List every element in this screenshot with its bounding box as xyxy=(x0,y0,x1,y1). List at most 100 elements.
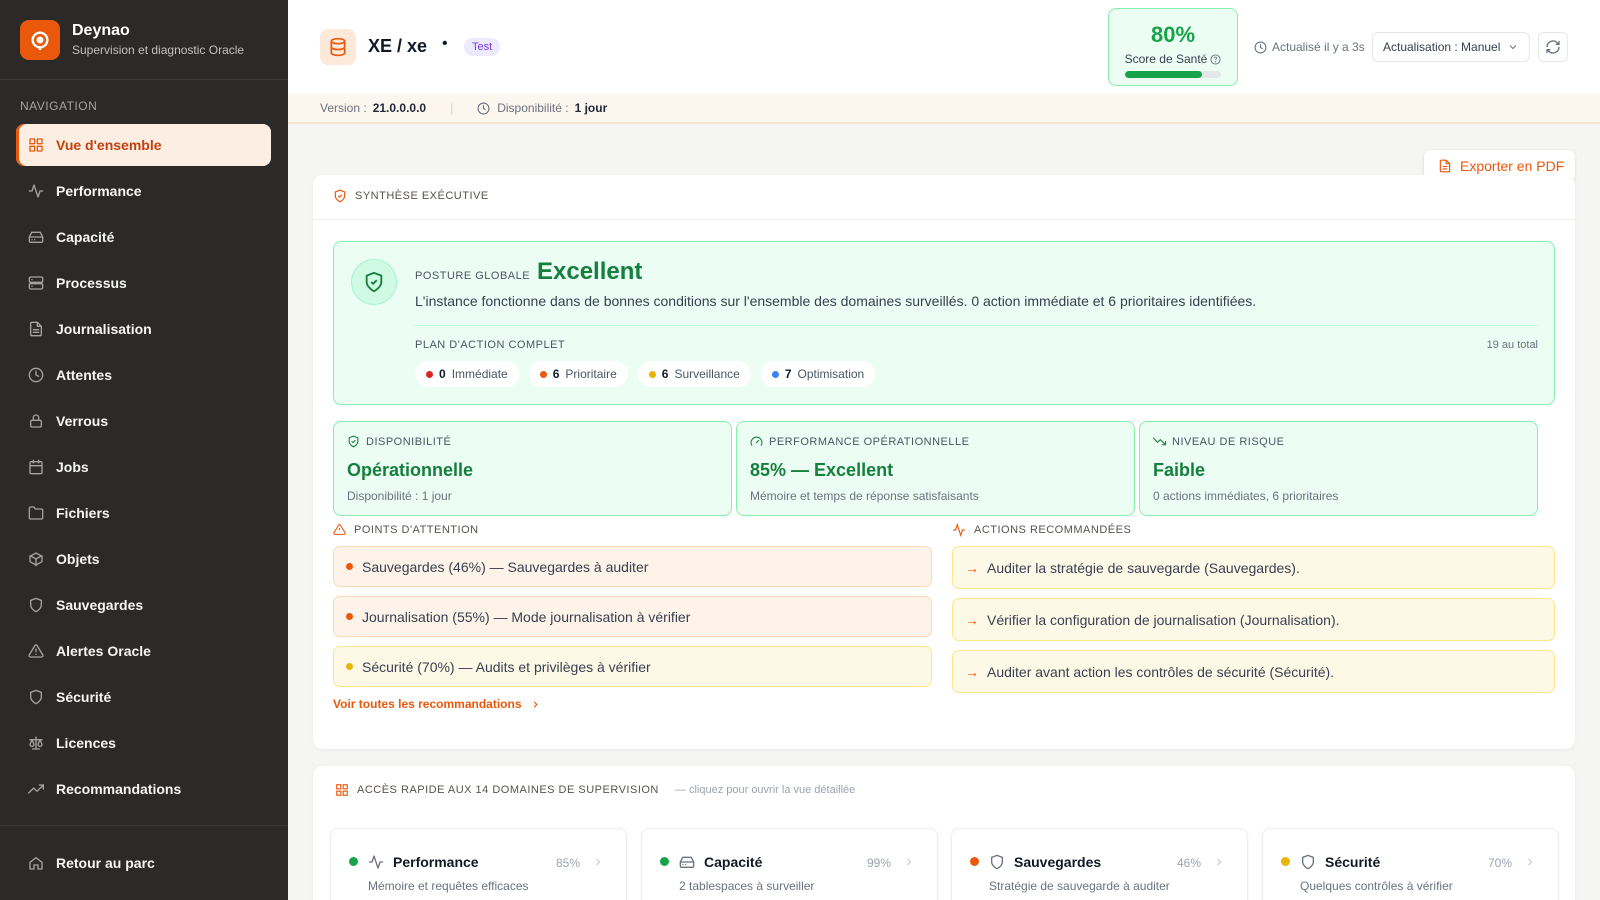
status-dot xyxy=(1281,857,1290,866)
sidebar-item-licences[interactable]: Licences xyxy=(16,722,271,764)
version-label: Version : xyxy=(320,101,367,115)
sidebar-item-processus[interactable]: Processus xyxy=(16,262,271,304)
posture-label: POSTURE GLOBALE xyxy=(415,270,531,282)
file-text-icon xyxy=(30,321,42,337)
sidebar-item-attentes[interactable]: Attentes xyxy=(16,354,271,396)
domain-description: Quelques contrôles à vérifier xyxy=(1300,879,1453,893)
refresh-mode-select[interactable]: Actualisation : Manuel xyxy=(1372,32,1530,62)
health-score-value: 80% xyxy=(1150,22,1196,47)
domain-score: 46% xyxy=(1177,856,1202,870)
sidebar-item-vue-d-ensemble[interactable]: Vue d'ensemble xyxy=(16,124,271,166)
domain-card[interactable]: Capacité 99% 2 tablespaces à surveiller xyxy=(641,828,938,900)
help-circle-icon[interactable] xyxy=(1210,53,1221,65)
action-plan-chip[interactable]: 6 Surveillance xyxy=(637,361,751,387)
file-text-icon xyxy=(1439,159,1451,173)
back-to-fleet-label: Retour au parc xyxy=(56,855,155,871)
nav-list: Vue d'ensemble Performance Capacité Process… xyxy=(0,124,288,810)
shield-icon xyxy=(30,689,42,705)
sidebar-item-journalisation[interactable]: Journalisation xyxy=(16,308,271,350)
domain-card[interactable]: Performance 85% Mémoire et requêtes effica… xyxy=(330,828,627,900)
refresh-button[interactable] xyxy=(1538,32,1568,62)
actions-title: ACTIONS RECOMMANDÉES xyxy=(974,524,1132,536)
sidebar-item-label: Sécurité xyxy=(56,689,112,705)
attention-item: Sécurité (70%) — Audits et privilèges à … xyxy=(333,646,932,687)
chip-label: Immédiate xyxy=(451,367,508,381)
attention-title-row: POINTS D'ATTENTION xyxy=(333,523,479,536)
recommended-action[interactable]: → Auditer la stratégie de sauvegarde (Sau… xyxy=(952,546,1555,589)
version-value: 21.0.0.0.0 xyxy=(372,101,427,115)
sidebar-item-label: Attentes xyxy=(56,367,113,383)
domain-card[interactable]: Sauvegardes 46% Stratégie de sauvegarde à … xyxy=(951,828,1248,900)
domain-score: 70% xyxy=(1488,856,1513,870)
shield-icon xyxy=(1302,854,1314,870)
sidebar-item-alertes-oracle[interactable]: Alertes Oracle xyxy=(16,630,271,672)
sidebar-item-label: Processus xyxy=(56,275,127,291)
brand-name: Deynao xyxy=(72,22,130,39)
domain-card[interactable]: Sécurité 70% Quelques contrôles à vérifier xyxy=(1262,828,1559,900)
instance-info-bar: Version : 21.0.0.0.0 | Disponibilité : 1… xyxy=(288,94,1600,124)
grid-icon xyxy=(336,784,348,796)
arrow-right-icon: → xyxy=(965,611,979,628)
kpi-subtext: 0 actions immédiates, 6 prioritaires xyxy=(1153,489,1339,503)
shield-check-icon xyxy=(334,189,346,203)
domain-description: 2 tablespaces à surveiller xyxy=(679,879,815,893)
domain-description: Mémoire et requêtes efficaces xyxy=(368,879,529,893)
health-score-card[interactable]: 80% Score de Santé xyxy=(1108,8,1238,86)
quick-access-title-row: ACCÈS RAPIDE AUX 14 DOMAINES DE SUPERVIS… xyxy=(335,783,855,797)
domain-description: Stratégie de sauvegarde à auditer xyxy=(989,879,1170,893)
refresh-icon xyxy=(1546,40,1560,54)
sidebar-item-capacite[interactable]: Capacité xyxy=(16,216,271,258)
lock-icon xyxy=(30,414,42,428)
chip-count: 6 xyxy=(552,367,560,381)
domain-name: Sécurité xyxy=(1325,854,1381,870)
trending-down-icon xyxy=(1153,437,1166,446)
kpi-label: DISPONIBILITÉ xyxy=(366,435,452,448)
recommended-action[interactable]: → Vérifier la configuration de journalisa… xyxy=(952,598,1555,641)
action-plan-chip[interactable]: 6 Prioritaire xyxy=(528,361,628,387)
clock-icon xyxy=(477,102,490,114)
quick-access-title: ACCÈS RAPIDE AUX 14 DOMAINES DE SUPERVIS… xyxy=(357,784,659,796)
chip-label: Surveillance xyxy=(674,367,740,381)
sidebar-item-objets[interactable]: Objets xyxy=(16,538,271,580)
domain-name: Performance xyxy=(393,854,479,870)
action-plan-label: PLAN D'ACTION COMPLET xyxy=(415,339,566,351)
action-plan-chip[interactable]: 7 Optimisation xyxy=(760,361,876,387)
alert-triangle-icon xyxy=(333,524,346,535)
kpi-card: NIVEAU DE RISQUE Faible 0 actions immédiat… xyxy=(1139,421,1538,516)
see-all-recommendations-link[interactable]: Voir toutes les recommandations xyxy=(333,697,541,711)
domain-score: 85% xyxy=(556,856,581,870)
priority-dot xyxy=(771,370,779,378)
sidebar-item-performance[interactable]: Performance xyxy=(16,170,271,212)
chip-count: 7 xyxy=(784,367,792,381)
sidebar-item-recommandations[interactable]: Recommandations xyxy=(16,768,271,810)
refresh-mode-value: Actualisation : Manuel xyxy=(1383,40,1501,54)
executive-summary-title-row: SYNTHÈSE EXÉCUTIVE xyxy=(333,189,489,203)
attention-item: Sauvegardes (46%) — Sauvegardes à audite… xyxy=(333,546,932,587)
activity-icon xyxy=(28,184,44,198)
sidebar-item-label: Sauvegardes xyxy=(56,597,144,613)
executive-summary-title: SYNTHÈSE EXÉCUTIVE xyxy=(355,190,489,202)
attention-text: Sauvegardes (46%) — Sauvegardes à audite… xyxy=(362,558,649,575)
executive-summary-card: SYNTHÈSE EXÉCUTIVE POSTURE GLOBALE Excel… xyxy=(313,175,1575,749)
posture-value: Excellent xyxy=(537,258,643,285)
action-plan-chip[interactable]: 0 Immédiate xyxy=(415,361,519,387)
sidebar-item-securite[interactable]: Sécurité xyxy=(16,676,271,718)
kpi-subtext: Mémoire et temps de réponse satisfaisant… xyxy=(750,489,979,503)
arrow-right-icon: → xyxy=(965,559,979,576)
chevron-right-icon xyxy=(533,700,538,708)
export-pdf-label: Exporter en PDF xyxy=(1460,158,1565,174)
sidebar-item-verrous[interactable]: Verrous xyxy=(16,400,271,442)
sidebar-item-jobs[interactable]: Jobs xyxy=(16,446,271,488)
deynao-logo-icon[interactable] xyxy=(20,19,60,60)
shield-icon xyxy=(991,854,1003,870)
action-plan-chips: 0 Immédiate 6 Prioritaire 6 Surveillance 7 Opti… xyxy=(415,361,876,387)
card-divider xyxy=(313,219,1575,220)
sidebar-item-sauvegardes[interactable]: Sauvegardes xyxy=(16,584,271,626)
nav-section-title: NAVIGATION xyxy=(20,99,98,113)
sidebar-item-fichiers[interactable]: Fichiers xyxy=(16,492,271,534)
priority-dot xyxy=(539,370,547,378)
recommended-action[interactable]: → Auditer avant action les contrôles de s… xyxy=(952,650,1555,693)
back-to-fleet-link[interactable]: Retour au parc xyxy=(0,825,288,900)
sidebar-item-label: Verrous xyxy=(56,413,109,429)
see-all-recommendations-label: Voir toutes les recommandations xyxy=(333,697,522,711)
